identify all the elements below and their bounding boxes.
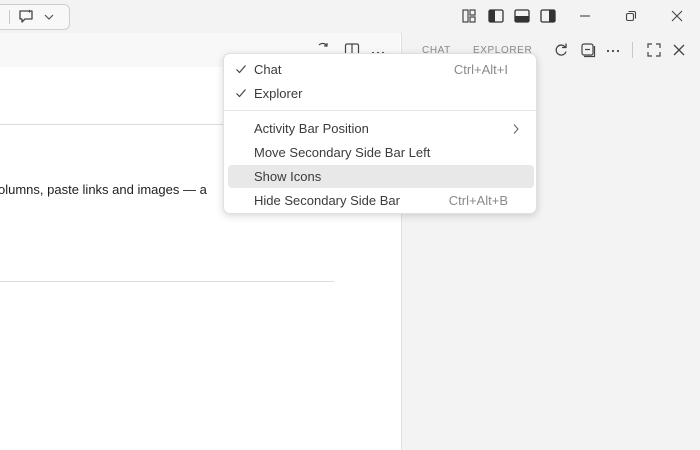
refresh-icon[interactable] [552,41,570,59]
close-icon[interactable] [670,41,688,59]
check-icon [236,89,246,98]
chat-icon[interactable] [17,8,35,26]
editor-text[interactable]: olumns, paste links and images — a [0,182,207,197]
toggle-secondary-sidebar-icon[interactable] [538,6,558,26]
menu-item-label: Hide Secondary Side Bar [254,193,400,208]
check-icon [236,65,246,74]
divider [9,10,10,24]
menu-item-activity-bar-position[interactable]: Activity Bar Position [228,117,534,140]
toggle-primary-sidebar-icon[interactable] [486,6,506,26]
customize-layout-icon[interactable] [459,6,479,26]
shortcut-label: Ctrl+Alt+B [448,193,508,208]
minimize-icon [580,15,590,17]
close-window-button[interactable] [654,0,700,33]
menu-item-hide-secondary-side-bar[interactable]: Hide Secondary Side Bar Ctrl+Alt+B [228,189,534,212]
menu-item-label: Activity Bar Position [254,121,369,136]
close-icon [671,10,683,22]
divider [0,281,334,282]
chevron-down-icon[interactable] [43,10,55,24]
menu-item-label: Chat [254,62,282,77]
menu-item-move-secondary-side-bar-left[interactable]: Move Secondary Side Bar Left [228,141,534,164]
menu-item-label: Show Icons [254,169,322,184]
more-actions-icon[interactable] [604,41,622,59]
menu-item-explorer[interactable]: Explorer [228,82,534,105]
context-menu: Chat Ctrl+Alt+I Explorer Activity Bar Po… [223,53,537,214]
menu-item-label: Explorer [254,86,303,101]
menu-separator [224,110,536,111]
menu-item-label: Move Secondary Side Bar Left [254,145,431,160]
menu-item-chat[interactable]: Chat Ctrl+Alt+I [228,58,534,81]
title-bar [0,0,700,34]
restore-icon [625,10,637,22]
restore-button[interactable] [608,0,654,33]
minimize-button[interactable] [562,0,608,33]
command-center[interactable] [0,4,70,30]
menu-item-show-icons[interactable]: Show Icons [228,165,534,188]
maximize-icon[interactable] [645,41,663,59]
divider [632,42,633,58]
chevron-right-icon [513,124,519,134]
toggle-panel-icon[interactable] [512,6,532,26]
shortcut-label: Ctrl+Alt+I [453,62,508,77]
collapse-all-icon[interactable] [579,41,597,59]
